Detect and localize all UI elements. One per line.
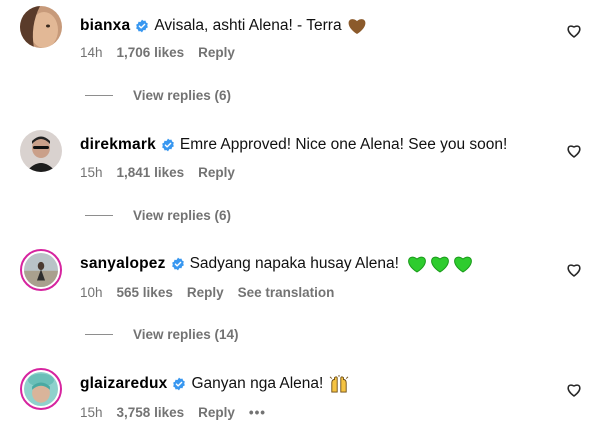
divider-line: [85, 334, 113, 335]
reply-button[interactable]: Reply: [198, 165, 235, 180]
username[interactable]: sanyalopez: [80, 255, 166, 273]
view-replies-button[interactable]: View replies (6): [85, 208, 231, 223]
view-replies-button[interactable]: View replies (6): [85, 88, 231, 103]
view-replies-label: View replies (14): [133, 327, 239, 342]
verified-badge-icon: [161, 138, 175, 152]
username[interactable]: direkmark: [80, 136, 156, 154]
green-heart-icon: [430, 255, 450, 273]
username[interactable]: glaizaredux: [80, 375, 167, 393]
view-replies-button[interactable]: View replies (14): [85, 327, 239, 342]
likes-count[interactable]: 565 likes: [117, 285, 173, 300]
green-heart-icon: [407, 255, 427, 273]
comment-time: 14h: [80, 45, 103, 60]
reply-button[interactable]: Reply: [198, 45, 235, 60]
avatar[interactable]: [20, 249, 62, 291]
view-replies-label: View replies (6): [133, 208, 232, 223]
heart-outline-icon[interactable]: [566, 143, 582, 159]
avatar[interactable]: [20, 368, 62, 410]
reply-button[interactable]: Reply: [198, 405, 235, 420]
divider-line: [85, 95, 113, 96]
comment-time: 15h: [80, 405, 103, 420]
verified-badge-icon: [172, 377, 186, 391]
heart-outline-icon[interactable]: [566, 262, 582, 278]
avatar[interactable]: [20, 6, 62, 48]
username[interactable]: bianxa: [80, 17, 130, 35]
verified-badge-icon: [135, 19, 149, 33]
green-heart-icon: [453, 255, 473, 273]
divider-line: [85, 215, 113, 216]
view-replies-label: View replies (6): [133, 88, 232, 103]
see-translation-button[interactable]: See translation: [238, 285, 335, 300]
verified-badge-icon: [171, 257, 185, 271]
comment-text: Emre Approved! Nice one Alena! See you s…: [179, 136, 508, 153]
raising-hands-icon: [328, 375, 350, 393]
heart-outline-icon[interactable]: [566, 23, 582, 39]
comment-text: Ganyan nga Alena!: [191, 375, 324, 392]
comment-text: Sadyang napaka husay Alena!: [189, 255, 399, 272]
comment-text: Avisala, ashti Alena! - Terra: [154, 17, 342, 34]
more-options-icon[interactable]: •••: [249, 405, 266, 420]
avatar[interactable]: [20, 130, 62, 172]
brown-heart-icon: [347, 17, 367, 35]
reply-button[interactable]: Reply: [187, 285, 224, 300]
comment-time: 15h: [80, 165, 103, 180]
likes-count[interactable]: 1,706 likes: [117, 45, 185, 60]
heart-outline-icon[interactable]: [566, 382, 582, 398]
likes-count[interactable]: 3,758 likes: [117, 405, 185, 420]
likes-count[interactable]: 1,841 likes: [117, 165, 185, 180]
comment-time: 10h: [80, 285, 103, 300]
